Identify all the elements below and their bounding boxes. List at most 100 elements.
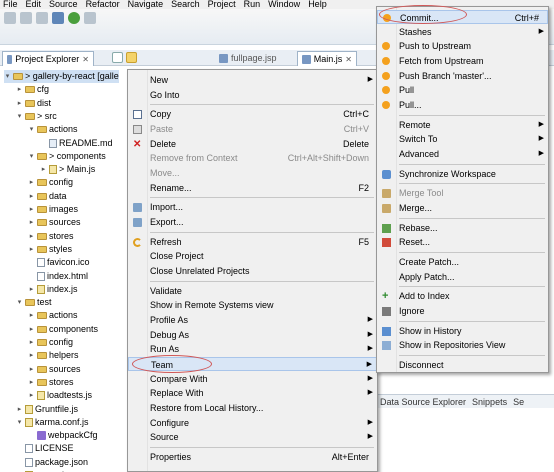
tree-item[interactable]: ▸ data (28, 190, 67, 203)
menu-item-merge[interactable]: Merge... (377, 201, 548, 215)
menu-item-close-project[interactable]: Close Project (128, 249, 377, 263)
tab-main-js[interactable]: Main.js ✕ (297, 51, 357, 66)
menu-item-show-in-remote-systems-view[interactable]: Show in Remote Systems view (128, 298, 377, 312)
expand-toggle-icon[interactable]: ▸ (28, 336, 35, 349)
menu-item-add-to-index[interactable]: + Add to Index (377, 289, 548, 303)
menu-item-go-into[interactable]: Go Into (128, 88, 377, 102)
tab-data-source-explorer[interactable]: Data Source Explorer (380, 397, 466, 407)
menu-item-synchronize-workspace[interactable]: Synchronize Workspace (377, 167, 548, 181)
tree-item[interactable]: package.json (16, 456, 88, 469)
menu-item-refresh[interactable]: Refresh F5 (128, 235, 377, 249)
expand-toggle-icon[interactable]: ▾ (16, 296, 23, 309)
menu-item-rebase[interactable]: Rebase... (377, 221, 548, 235)
tree-item[interactable]: ▸ helpers (28, 349, 79, 362)
save-icon[interactable] (20, 12, 32, 24)
menu-source[interactable]: Source (49, 0, 78, 9)
expand-toggle-icon[interactable]: ▸ (28, 283, 35, 296)
expand-toggle-icon[interactable]: ▸ (28, 349, 35, 362)
expand-toggle-icon[interactable]: ▸ (28, 190, 35, 203)
menu-item-disconnect[interactable]: Disconnect (377, 358, 548, 372)
tree-item[interactable]: ▸ sources (28, 363, 81, 376)
expand-toggle-icon[interactable]: ▸ (28, 230, 35, 243)
menu-item-remote[interactable]: Remote ▶ (377, 118, 548, 132)
expand-toggle-icon[interactable]: ▾ (16, 110, 23, 123)
expand-toggle-icon[interactable]: ▸ (28, 216, 35, 229)
close-icon[interactable]: ✕ (345, 52, 352, 67)
tree-item[interactable]: ▸ stores (28, 376, 74, 389)
menu-item-close-unrelated-projects[interactable]: Close Unrelated Projects (128, 264, 377, 278)
menu-item-validate[interactable]: Validate (128, 284, 377, 298)
expand-toggle-icon[interactable]: ▾ (28, 150, 35, 163)
menu-item-apply-patch[interactable]: Apply Patch... (377, 270, 548, 284)
tab-snippets[interactable]: Snippets (472, 397, 507, 407)
tree-item[interactable]: ▾ > components (28, 150, 106, 163)
expand-toggle-icon[interactable]: ▸ (28, 243, 35, 256)
menu-item-pull[interactable]: Pull... (377, 98, 548, 112)
tree-item[interactable]: ▸ sources (28, 216, 81, 229)
expand-toggle-icon[interactable]: ▸ (28, 309, 35, 322)
menu-item-show-in-repositories-view[interactable]: Show in Repositories View (377, 338, 548, 352)
menu-item-fetch-from-upstream[interactable]: Fetch from Upstream (377, 54, 548, 68)
expand-toggle-icon[interactable]: ▸ (16, 97, 23, 110)
menu-item-stashes[interactable]: Stashes ▶ (377, 25, 548, 39)
menu-item-properties[interactable]: Properties Alt+Enter (128, 450, 377, 464)
tab-search[interactable]: Se (513, 397, 524, 407)
menu-search[interactable]: Search (171, 0, 200, 9)
tree-item[interactable]: ▸ > Main.js (40, 163, 95, 176)
expand-toggle-icon[interactable]: ▾ (4, 70, 11, 83)
tree-item[interactable]: index.html (28, 270, 88, 283)
tree-item[interactable]: ▸ styles (28, 243, 72, 256)
expand-toggle-icon[interactable]: ▸ (40, 163, 47, 176)
expand-toggle-icon[interactable]: ▸ (28, 389, 35, 402)
expand-toggle-icon[interactable]: ▸ (16, 403, 23, 416)
run-icon[interactable] (68, 12, 80, 24)
debug-icon[interactable] (52, 12, 64, 24)
tree-item[interactable]: ▾ test (16, 296, 52, 309)
tab-project-explorer[interactable]: Project Explorer ✕ (2, 51, 94, 66)
menu-item-export[interactable]: Export... (128, 215, 377, 229)
tree-item[interactable]: ▸ images (28, 203, 78, 216)
menu-item-copy[interactable]: Copy Ctrl+C (128, 107, 377, 121)
expand-toggle-icon[interactable]: ▾ (16, 416, 23, 429)
menu-item-restore-from-local-history[interactable]: Restore from Local History... (128, 401, 377, 415)
expand-toggle-icon[interactable]: ▸ (28, 323, 35, 336)
menu-item-create-patch[interactable]: Create Patch... (377, 255, 548, 269)
menu-item-profile-as[interactable]: Profile As ▶ (128, 313, 377, 327)
new-icon[interactable] (4, 12, 16, 24)
menu-item-switch-to[interactable]: Switch To ▶ (377, 132, 548, 146)
menu-run[interactable]: Run (244, 0, 261, 9)
menu-item-advanced[interactable]: Advanced ▶ (377, 147, 548, 161)
menu-item-push-branch-master[interactable]: Push Branch 'master'... (377, 69, 548, 83)
menu-item-debug-as[interactable]: Debug As ▶ (128, 328, 377, 342)
menu-file[interactable]: File (3, 0, 18, 9)
tree-item[interactable]: ▸ stores (28, 230, 74, 243)
menu-edit[interactable]: Edit (26, 0, 42, 9)
menu-item-pull[interactable]: Pull (377, 83, 548, 97)
menu-refactor[interactable]: Refactor (86, 0, 120, 9)
tree-item[interactable]: ▸ cfg (16, 83, 49, 96)
menu-item-reset[interactable]: Reset... (377, 235, 548, 249)
menu-item-replace-with[interactable]: Replace With ▶ (128, 386, 377, 400)
menu-item-compare-with[interactable]: Compare With ▶ (128, 372, 377, 386)
expand-toggle-icon[interactable]: ▸ (28, 176, 35, 189)
expand-toggle-icon[interactable]: ▸ (28, 376, 35, 389)
link-with-editor-icon[interactable] (126, 52, 137, 63)
menu-item-push-to-upstream[interactable]: Push to Upstream (377, 39, 548, 53)
expand-toggle-icon[interactable]: ▸ (28, 363, 35, 376)
tree-item[interactable]: ▾ > src (16, 110, 57, 123)
tree-item[interactable]: webpackCfg (28, 429, 98, 442)
menu-help[interactable]: Help (308, 0, 327, 9)
tree-item[interactable]: ▸ config (28, 176, 73, 189)
search-icon[interactable] (84, 12, 96, 24)
tree-item[interactable]: ▾ actions (28, 123, 78, 136)
menu-navigate[interactable]: Navigate (128, 0, 164, 9)
menu-item-rename[interactable]: Rename... F2 (128, 181, 377, 195)
menu-item-configure[interactable]: Configure ▶ (128, 416, 377, 430)
expand-toggle-icon[interactable]: ▸ (16, 83, 23, 96)
tree-item[interactable]: ▸ loadtests.js (28, 389, 92, 402)
menu-item-ignore[interactable]: Ignore (377, 304, 548, 318)
tree-item[interactable]: ▸ config (28, 336, 73, 349)
tree-item[interactable]: LICENSE (16, 442, 74, 455)
expand-toggle-icon[interactable]: ▸ (28, 203, 35, 216)
tree-item[interactable]: README.md (40, 137, 113, 150)
